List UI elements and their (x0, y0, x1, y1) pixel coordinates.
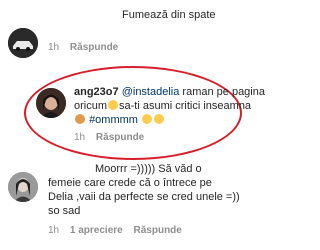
comment-text: oricum (74, 100, 108, 112)
car-photo-icon (8, 28, 38, 58)
comment-text: raman pe pagina (182, 86, 265, 98)
person-emoji-icon (75, 114, 85, 124)
comment-text: Fumează din spate (122, 9, 216, 21)
reply-button[interactable]: Răspunde (96, 132, 144, 143)
comment-line-3: #ommmm (74, 114, 165, 126)
avatar[interactable] (8, 28, 38, 58)
comment-username[interactable]: ang23o7 (74, 86, 119, 98)
mention-link[interactable]: @instadelia (122, 86, 180, 98)
comment-meta: 1h Răspunde (48, 42, 118, 53)
comment-time: 1h (48, 225, 60, 236)
comment-time: 1h (74, 132, 86, 143)
comment-time: 1h (48, 42, 60, 53)
comment-line-2: oricum sa-ti asumi critici inseamna (74, 100, 251, 112)
hashtag-link[interactable]: #ommmm (89, 114, 138, 126)
comment-meta: 1h 1 apreciere Răspunde (48, 225, 182, 236)
comment-line-2: femeie care crede că o întrece pe (48, 177, 212, 189)
profile-photo-icon (8, 172, 38, 202)
comment-line-4: so sad (48, 205, 81, 217)
comment-text: sa-ti asumi critici inseamna (119, 100, 252, 112)
smile-emoji-icon (142, 114, 153, 124)
avatar[interactable] (36, 88, 66, 118)
comment-meta: 1h Răspunde (74, 132, 144, 143)
likes-button[interactable]: 1 apreciere (70, 225, 123, 236)
comment-line-3: Delia ,vaii da perfecte se cred unele =)… (48, 191, 240, 203)
reply-button[interactable]: Răspunde (134, 225, 182, 236)
smile-emoji-icon (154, 114, 165, 124)
comment-line-1: ang23o7 @instadelia raman pe pagina (74, 86, 265, 98)
reply-button[interactable]: Răspunde (70, 42, 118, 53)
avatar[interactable] (8, 172, 38, 202)
comment-line-1: Moorrr =))))) Să văd o (95, 163, 202, 175)
profile-photo-icon (36, 88, 66, 118)
smirk-emoji-icon (108, 100, 119, 110)
